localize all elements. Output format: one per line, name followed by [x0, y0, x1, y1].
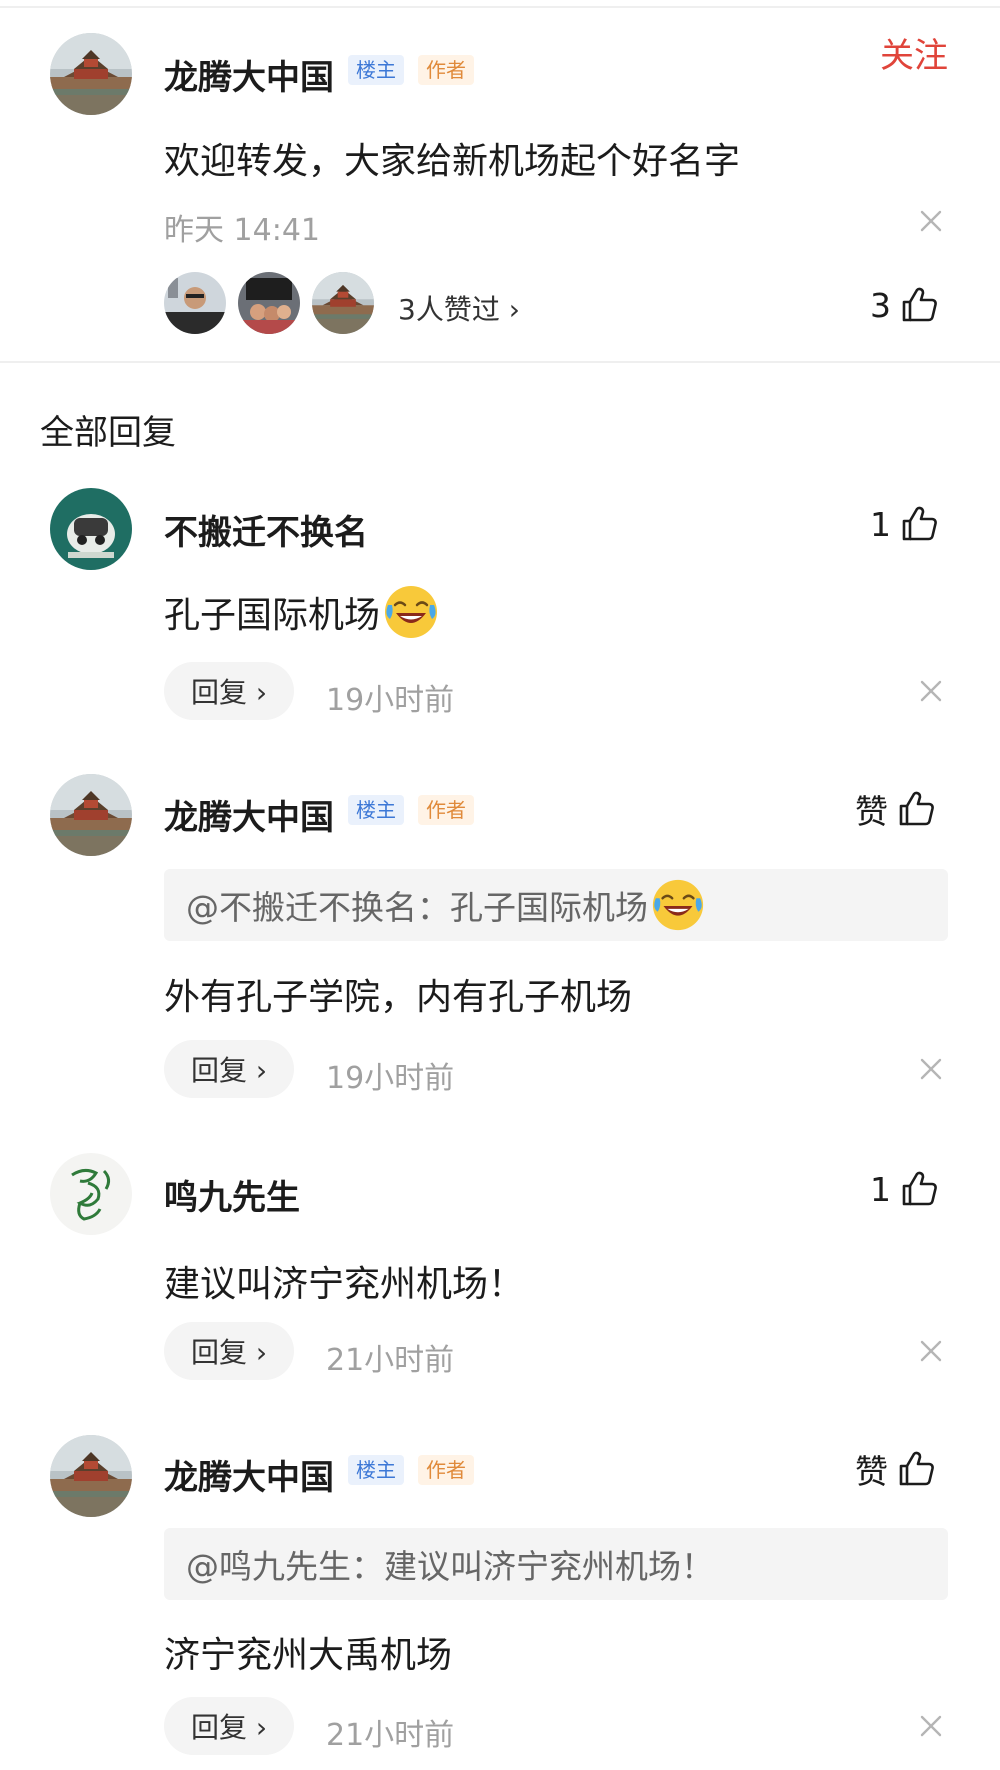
- close-icon[interactable]: [918, 1056, 944, 1082]
- follow-button[interactable]: 关注: [880, 28, 948, 77]
- reply-button[interactable]: 回复 ›: [164, 1322, 294, 1380]
- reply-text: 孔子国际机场: [164, 595, 381, 636]
- liker-avatar: [164, 272, 226, 334]
- post-author-name[interactable]: 龙腾大中国: [164, 50, 334, 99]
- like-label: 赞: [855, 792, 888, 831]
- close-icon[interactable]: [918, 208, 944, 234]
- close-icon[interactable]: [918, 1338, 944, 1364]
- reply-button[interactable]: 回复 ›: [164, 662, 294, 720]
- all-replies-heading: 全部回复: [40, 413, 176, 453]
- reply-avatar[interactable]: [50, 488, 132, 570]
- liked-by-avatars[interactable]: [164, 272, 374, 334]
- reply-author-name[interactable]: 鸣九先生: [164, 1170, 300, 1219]
- reply-author-name[interactable]: 龙腾大中国: [164, 790, 334, 839]
- reply-timestamp: 21小时前: [326, 1343, 455, 1378]
- post-content: 欢迎转发，大家给新机场起个好名字: [164, 141, 741, 182]
- reply-content: 建议叫济宁兖州机场！: [164, 1264, 525, 1305]
- reply-content: 济宁兖州大禹机场: [164, 1635, 453, 1676]
- reply-button[interactable]: 回复 ›: [164, 1040, 294, 1098]
- author-badge: 作者: [418, 55, 474, 85]
- reply-content: 外有孔子学院，内有孔子机场: [164, 977, 633, 1018]
- reply-button[interactable]: 回复 ›: [164, 1697, 294, 1755]
- thumbs-up-icon: [896, 1449, 936, 1489]
- post-author-avatar[interactable]: [50, 33, 132, 115]
- reply-like-button[interactable]: 1: [870, 1167, 939, 1211]
- reply-like-button[interactable]: 赞: [855, 787, 936, 831]
- like-label: 赞: [855, 1452, 888, 1491]
- thumbs-up-icon: [899, 504, 939, 544]
- reply-avatar[interactable]: [50, 1435, 132, 1517]
- top-divider: [0, 6, 1000, 8]
- close-icon[interactable]: [918, 678, 944, 704]
- author-badge: 作者: [418, 1455, 474, 1485]
- reply-content: 孔子国际机场: [164, 583, 440, 641]
- thumbs-up-icon: [899, 285, 939, 325]
- close-icon[interactable]: [918, 1713, 944, 1739]
- owner-badge: 楼主: [348, 1455, 404, 1485]
- author-badge: 作者: [418, 795, 474, 825]
- quoted-text: @不搬迁不换名：孔子国际机场: [186, 888, 648, 927]
- reply-author-name[interactable]: 龙腾大中国: [164, 1450, 334, 1499]
- reply-avatar[interactable]: [50, 774, 132, 856]
- reply-like-button[interactable]: 1: [870, 502, 939, 546]
- owner-badge: 楼主: [348, 795, 404, 825]
- laugh-cry-emoji-icon: [382, 583, 440, 641]
- quoted-reply: @鸣九先生：建议叫济宁兖州机场！: [164, 1528, 948, 1600]
- like-count: 1: [870, 1169, 891, 1209]
- reply-timestamp: 21小时前: [326, 1718, 455, 1753]
- quoted-text: @鸣九先生：建议叫济宁兖州机场！: [186, 1547, 714, 1586]
- laugh-cry-emoji-icon: [650, 877, 706, 933]
- owner-badge: 楼主: [348, 55, 404, 85]
- reply-timestamp: 19小时前: [326, 683, 455, 718]
- thumbs-up-icon: [899, 1169, 939, 1209]
- post-like-button[interactable]: 3: [870, 283, 939, 327]
- section-divider: [0, 361, 1000, 363]
- liker-avatar: [312, 272, 374, 334]
- liker-avatar: [238, 272, 300, 334]
- post-timestamp: 昨天 14:41: [164, 213, 320, 248]
- thumbs-up-icon: [896, 789, 936, 829]
- reply-avatar[interactable]: [50, 1153, 132, 1235]
- reply-timestamp: 19小时前: [326, 1061, 455, 1096]
- reply-author-name[interactable]: 不搬迁不换名: [164, 505, 368, 554]
- like-count: 3: [870, 285, 891, 325]
- liked-by-link[interactable]: 3人赞过 ›: [398, 288, 520, 328]
- reply-like-button[interactable]: 赞: [855, 1447, 936, 1491]
- like-count: 1: [870, 504, 891, 544]
- quoted-reply: @不搬迁不换名：孔子国际机场: [164, 869, 948, 941]
